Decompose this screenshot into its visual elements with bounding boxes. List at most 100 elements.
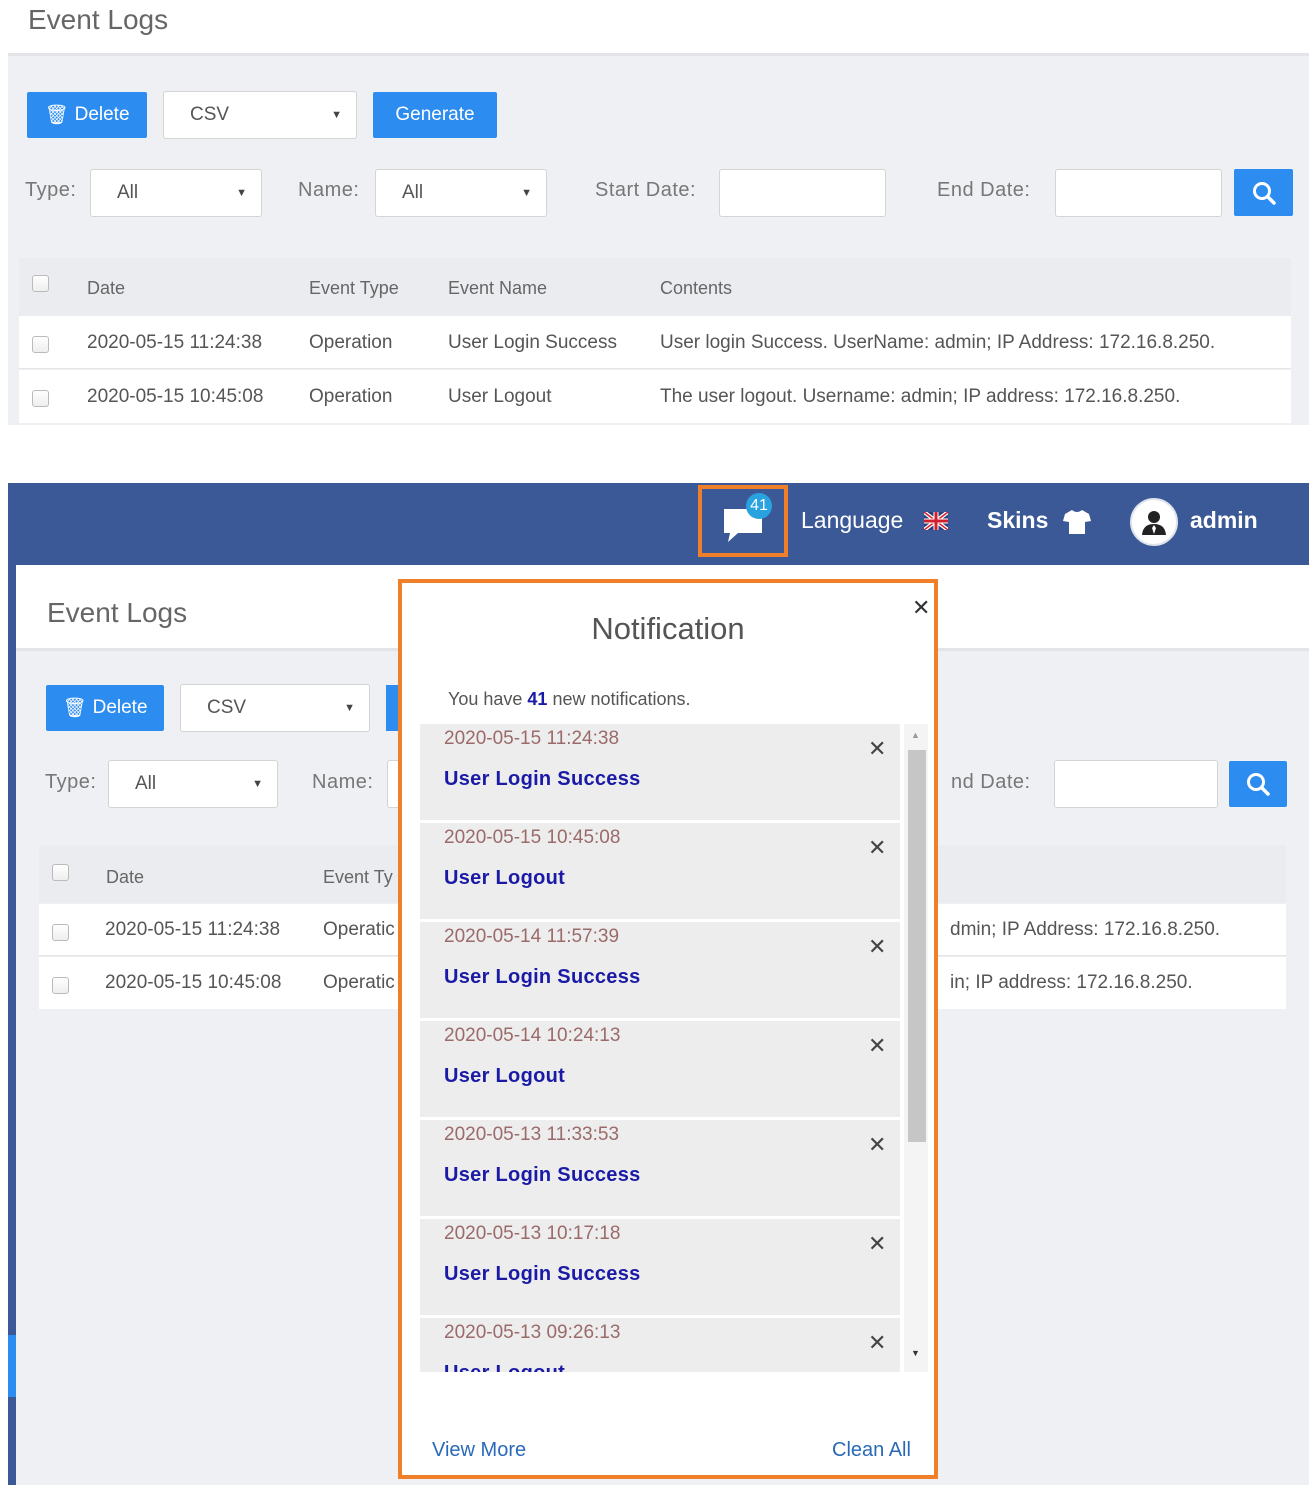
row-event-type: Operatic bbox=[323, 919, 395, 940]
notification-title: Notification bbox=[591, 611, 745, 646]
select-all-checkbox[interactable] bbox=[32, 275, 49, 292]
notification-item[interactable]: 2020-05-14 11:57:39 User Login Success ✕ bbox=[420, 922, 900, 1018]
clean-all-link[interactable]: Clean All bbox=[832, 1439, 911, 1462]
uk-flag-icon[interactable] bbox=[924, 512, 948, 530]
dismiss-icon[interactable]: ✕ bbox=[868, 1231, 886, 1257]
skins-menu[interactable]: Skins bbox=[987, 507, 1048, 534]
row-checkbox[interactable] bbox=[32, 336, 49, 353]
notification-item[interactable]: 2020-05-13 10:17:18 User Login Success ✕ bbox=[420, 1219, 900, 1315]
column-header-date[interactable]: Date bbox=[87, 278, 125, 299]
name-filter-label: Name: bbox=[298, 179, 360, 201]
dismiss-icon[interactable]: ✕ bbox=[868, 934, 886, 960]
event-logs-panel-top: Event Logs 🗑 Delete CSV ▼ Generate Type: … bbox=[8, 0, 1309, 425]
search-icon bbox=[1247, 773, 1270, 796]
dismiss-icon[interactable]: ✕ bbox=[868, 1330, 886, 1356]
generate-button[interactable]: Generate bbox=[373, 92, 497, 138]
view-more-link[interactable]: View More bbox=[432, 1439, 526, 1462]
notification-name-link[interactable]: User Login Success bbox=[444, 966, 641, 989]
notification-date: 2020-05-15 10:45:08 bbox=[444, 827, 621, 848]
delete-button[interactable]: 🗑 Delete bbox=[46, 685, 164, 731]
dismiss-icon[interactable]: ✕ bbox=[868, 1033, 886, 1059]
notification-popup: Notification ✕ You have 41 new notificat… bbox=[398, 579, 938, 1479]
row-event-name: User Logout bbox=[448, 386, 552, 407]
end-date-label: End Date: bbox=[937, 179, 1031, 201]
caret-down-icon: ▼ bbox=[236, 187, 247, 199]
notification-name-link[interactable]: User Logout bbox=[444, 867, 565, 890]
scroll-down-icon[interactable]: ▼ bbox=[911, 1348, 920, 1358]
name-filter-select[interactable]: All ▼ bbox=[375, 169, 547, 217]
summary-count: 41 bbox=[527, 689, 548, 709]
top-navbar: 41 Language Skins admin bbox=[8, 483, 1309, 565]
row-checkbox[interactable] bbox=[32, 390, 49, 407]
scrollbar-thumb[interactable] bbox=[908, 750, 926, 1142]
notification-list[interactable]: 2020-05-15 11:24:38 User Login Success ✕ 20… bbox=[420, 724, 930, 1372]
notification-button[interactable]: 41 bbox=[698, 485, 788, 557]
start-date-label: Start Date: bbox=[595, 179, 697, 201]
export-format-select[interactable]: CSV ▼ bbox=[180, 684, 370, 732]
dismiss-icon[interactable]: ✕ bbox=[868, 835, 886, 861]
delete-button-label: Delete bbox=[74, 104, 130, 125]
row-contents: dmin; IP Address: 172.16.8.250. bbox=[950, 919, 1221, 940]
notification-item[interactable]: 2020-05-14 10:24:13 User Logout ✕ bbox=[420, 1021, 900, 1117]
end-date-label: nd Date: bbox=[951, 771, 1031, 793]
notification-date: 2020-05-14 10:24:13 bbox=[444, 1025, 621, 1046]
row-contents: The user logout. Username: admin; IP add… bbox=[660, 386, 1181, 407]
name-filter-label: Name: bbox=[312, 771, 374, 793]
delete-button[interactable]: 🗑 Delete bbox=[27, 92, 147, 138]
notification-summary: You have 41 new notifications. bbox=[448, 689, 691, 710]
search-button[interactable] bbox=[1234, 169, 1293, 216]
table-row: 2020-05-15 10:45:08 Operation User Logou… bbox=[19, 370, 1291, 423]
notification-name-link[interactable]: User Login Success bbox=[444, 1263, 641, 1286]
type-filter-label: Type: bbox=[25, 179, 77, 201]
notification-item[interactable]: 2020-05-13 09:26:13 User Logout ✕ bbox=[420, 1318, 900, 1372]
start-date-input[interactable] bbox=[719, 169, 886, 217]
select-all-checkbox[interactable] bbox=[52, 864, 69, 881]
row-contents: in; IP address: 172.16.8.250. bbox=[950, 972, 1193, 993]
dismiss-icon[interactable]: ✕ bbox=[868, 1132, 886, 1158]
notification-item[interactable]: 2020-05-15 11:24:38 User Login Success ✕ bbox=[420, 724, 900, 820]
scrollbar[interactable]: ▲ ▼ bbox=[904, 724, 928, 1372]
generate-button-label: Generate bbox=[395, 104, 475, 125]
column-header-contents[interactable]: Contents bbox=[660, 278, 732, 299]
notification-date: 2020-05-13 09:26:13 bbox=[444, 1322, 621, 1343]
scroll-up-icon[interactable]: ▲ bbox=[911, 730, 920, 740]
notification-name-link[interactable]: User Login Success bbox=[444, 768, 641, 791]
type-filter-label: Type: bbox=[45, 771, 97, 793]
column-header-event-type[interactable]: Event Type bbox=[309, 278, 399, 299]
row-date: 2020-05-15 11:24:38 bbox=[87, 332, 263, 353]
row-checkbox[interactable] bbox=[52, 977, 69, 994]
end-date-input[interactable] bbox=[1055, 169, 1222, 217]
notification-item[interactable]: 2020-05-13 11:33:53 User Login Success ✕ bbox=[420, 1120, 900, 1216]
type-filter-select[interactable]: All ▼ bbox=[108, 760, 278, 808]
table-header-row bbox=[19, 258, 1291, 316]
notification-item[interactable]: 2020-05-15 10:45:08 User Logout ✕ bbox=[420, 823, 900, 919]
column-header-event-name[interactable]: Event Name bbox=[448, 278, 547, 299]
row-checkbox[interactable] bbox=[52, 924, 69, 941]
page-title: Event Logs bbox=[28, 4, 169, 35]
row-date: 2020-05-15 10:45:08 bbox=[105, 972, 282, 993]
column-header-event-type[interactable]: Event Ty bbox=[323, 867, 393, 888]
notification-name-link[interactable]: User Logout bbox=[444, 1065, 565, 1088]
search-button[interactable] bbox=[1229, 761, 1287, 807]
dismiss-icon[interactable]: ✕ bbox=[868, 736, 886, 762]
caret-down-icon: ▼ bbox=[331, 109, 342, 121]
shirt-icon[interactable] bbox=[1063, 509, 1091, 535]
language-menu[interactable]: Language bbox=[801, 507, 903, 534]
page-header: Event Logs bbox=[8, 0, 1309, 56]
column-header-date[interactable]: Date bbox=[106, 867, 144, 888]
close-icon[interactable]: ✕ bbox=[912, 595, 930, 621]
row-date: 2020-05-15 10:45:08 bbox=[87, 386, 264, 407]
notification-name-link[interactable]: User Logout bbox=[444, 1362, 565, 1372]
delete-button-label: Delete bbox=[92, 697, 148, 718]
notification-name-link[interactable]: User Login Success bbox=[444, 1164, 641, 1187]
export-format-select[interactable]: CSV ▼ bbox=[163, 91, 357, 139]
end-date-input[interactable] bbox=[1054, 760, 1218, 808]
generate-button[interactable] bbox=[386, 685, 398, 731]
type-filter-select[interactable]: All ▼ bbox=[90, 169, 262, 217]
caret-down-icon: ▼ bbox=[344, 702, 355, 714]
avatar[interactable] bbox=[1130, 498, 1178, 546]
row-event-type: Operation bbox=[309, 332, 393, 353]
export-format-value: CSV bbox=[190, 104, 230, 125]
caret-down-icon: ▼ bbox=[521, 187, 532, 199]
user-menu[interactable]: admin bbox=[1190, 507, 1258, 534]
